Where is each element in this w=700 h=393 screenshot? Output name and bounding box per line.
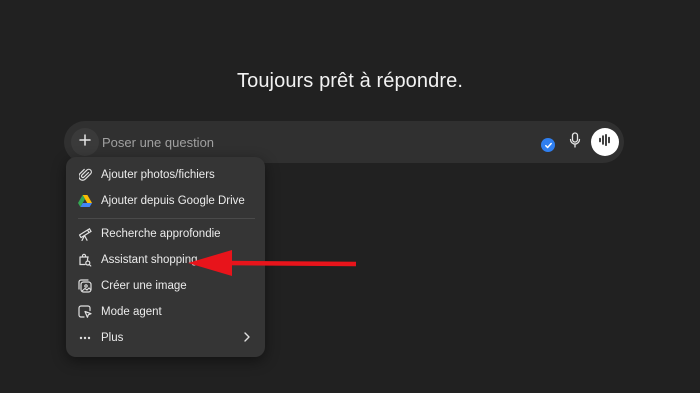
menu-item-label: Recherche approfondie: [101, 228, 221, 240]
menu-item-more[interactable]: Plus: [72, 326, 259, 350]
check-badge-icon[interactable]: [541, 138, 555, 152]
menu-item-add-files[interactable]: Ajouter photos/fichiers: [72, 163, 259, 187]
menu-item-label: Créer une image: [101, 280, 187, 292]
menu-item-label: Ajouter depuis Google Drive: [101, 195, 245, 207]
shopping-search-icon: [78, 253, 92, 267]
menu-item-label: Mode agent: [101, 306, 162, 318]
menu-item-deep-research[interactable]: Recherche approfondie: [72, 222, 259, 246]
question-input[interactable]: [102, 132, 522, 152]
image-create-icon: [78, 279, 92, 293]
add-attachment-button[interactable]: [71, 128, 99, 156]
menu-item-label: Plus: [101, 332, 124, 344]
attachment-menu: Ajouter photos/fichiers Ajouter depuis G…: [66, 157, 265, 357]
menu-item-shopping-assistant[interactable]: Assistant shopping: [72, 248, 259, 272]
page-title: Toujours prêt à répondre.: [237, 70, 463, 92]
plus-icon: [78, 133, 92, 152]
menu-item-create-image[interactable]: Créer une image: [72, 274, 259, 298]
microphone-icon: [568, 131, 582, 153]
paperclip-icon: [78, 168, 92, 182]
menu-item-google-drive[interactable]: Ajouter depuis Google Drive: [72, 189, 259, 213]
telescope-icon: [78, 227, 92, 241]
dictation-button[interactable]: [564, 131, 586, 153]
menu-item-agent-mode[interactable]: Mode agent: [72, 300, 259, 324]
menu-item-label: Ajouter photos/fichiers: [101, 169, 215, 181]
agent-cursor-icon: [78, 305, 92, 319]
ellipsis-icon: [78, 331, 92, 345]
voice-mode-button[interactable]: [591, 128, 619, 156]
voice-mode-icon: [598, 133, 612, 151]
google-drive-icon: [78, 194, 92, 208]
menu-item-label: Assistant shopping: [101, 254, 198, 266]
chevron-right-icon: [243, 331, 251, 346]
menu-divider: [78, 218, 255, 219]
